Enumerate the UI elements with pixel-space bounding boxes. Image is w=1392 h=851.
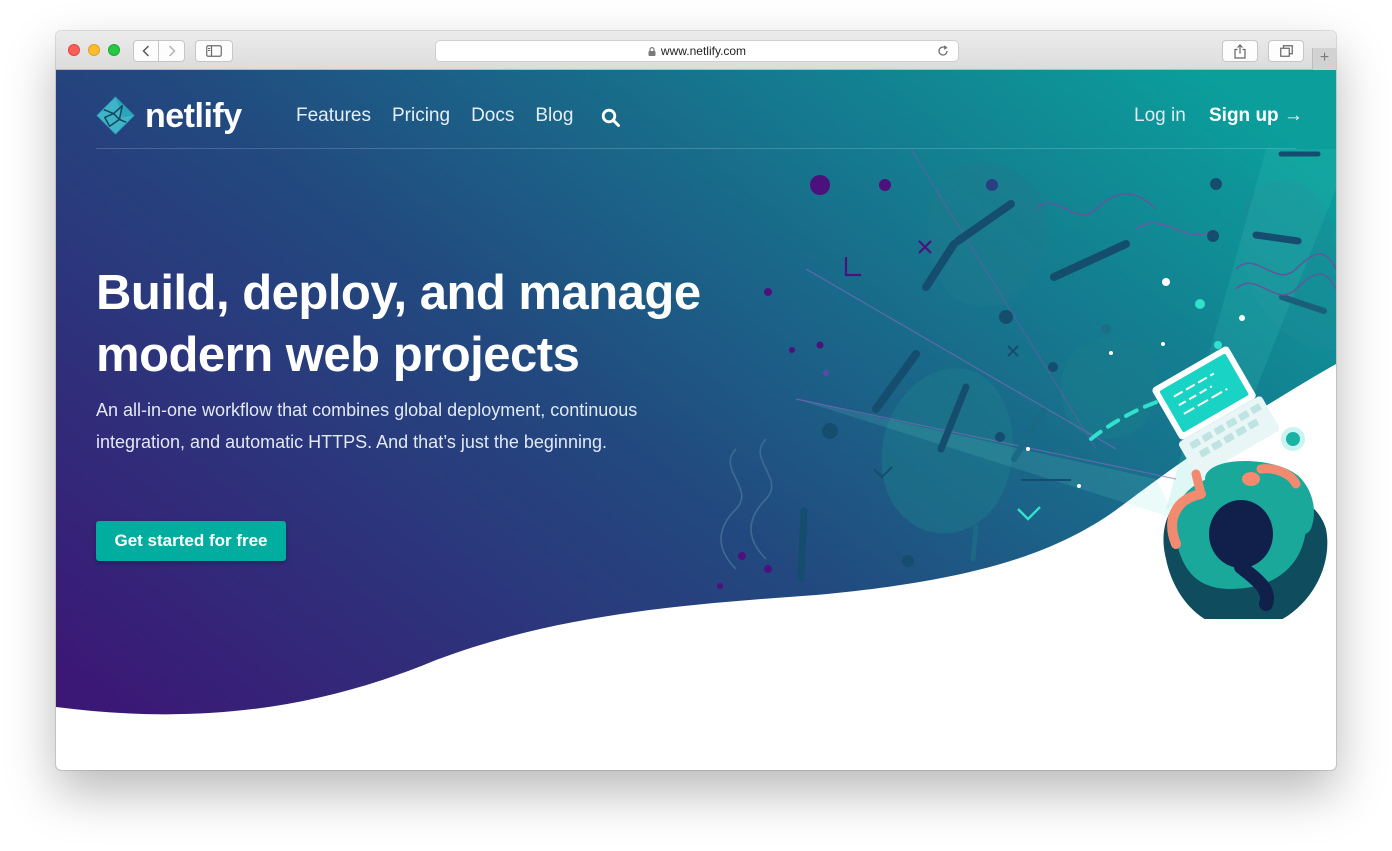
lock-icon xyxy=(648,46,656,56)
netlify-home-page: netlify Features Pricing Docs Blog Log i… xyxy=(56,70,1336,770)
search-icon[interactable] xyxy=(601,108,621,128)
nav-links: Features Pricing Docs Blog xyxy=(296,105,594,127)
logo-text: netlify xyxy=(145,96,242,135)
forward-icon xyxy=(168,45,176,57)
hero-headline: Build, deploy, and manage modern web pro… xyxy=(96,266,701,382)
share-button[interactable] xyxy=(1222,40,1258,62)
browser-window: www.netlify.com + netlify Features Prici… xyxy=(56,31,1336,770)
new-tab-button[interactable]: + xyxy=(1312,48,1336,70)
netlify-diamond-icon xyxy=(96,96,135,135)
show-tabs-button[interactable] xyxy=(1268,40,1304,62)
url-text: www.netlify.com xyxy=(660,44,747,58)
developer-illustration xyxy=(717,149,1336,619)
plus-icon: + xyxy=(1319,49,1330,66)
top-navigation: netlify Features Pricing Docs Blog Log i… xyxy=(56,70,1336,149)
back-icon xyxy=(142,45,150,57)
address-bar[interactable]: www.netlify.com xyxy=(435,40,959,62)
tabs-icon xyxy=(1279,45,1293,57)
minimize-window-button[interactable] xyxy=(88,44,100,56)
nav-link-blog[interactable]: Blog xyxy=(535,105,573,127)
browser-toolbar: www.netlify.com + xyxy=(56,31,1336,70)
nav-link-features[interactable]: Features xyxy=(296,105,371,127)
share-icon xyxy=(1234,43,1246,59)
hero-subtitle: An all-in-one workflow that combines glo… xyxy=(96,400,638,452)
login-link[interactable]: Log in xyxy=(1134,105,1186,127)
back-button[interactable] xyxy=(133,40,159,62)
nav-link-pricing[interactable]: Pricing xyxy=(392,105,450,127)
zoom-window-button[interactable] xyxy=(108,44,120,56)
nav-link-docs[interactable]: Docs xyxy=(471,105,514,127)
netlify-logo[interactable]: netlify xyxy=(96,96,242,135)
close-window-button[interactable] xyxy=(68,44,80,56)
sidebar-toggle-button[interactable] xyxy=(195,40,233,62)
get-started-button[interactable]: Get started for free xyxy=(96,521,286,561)
signup-link[interactable]: Sign up → xyxy=(1209,105,1303,127)
reload-icon[interactable] xyxy=(936,44,950,58)
sidebar-icon xyxy=(206,45,222,57)
forward-button[interactable] xyxy=(159,40,185,62)
